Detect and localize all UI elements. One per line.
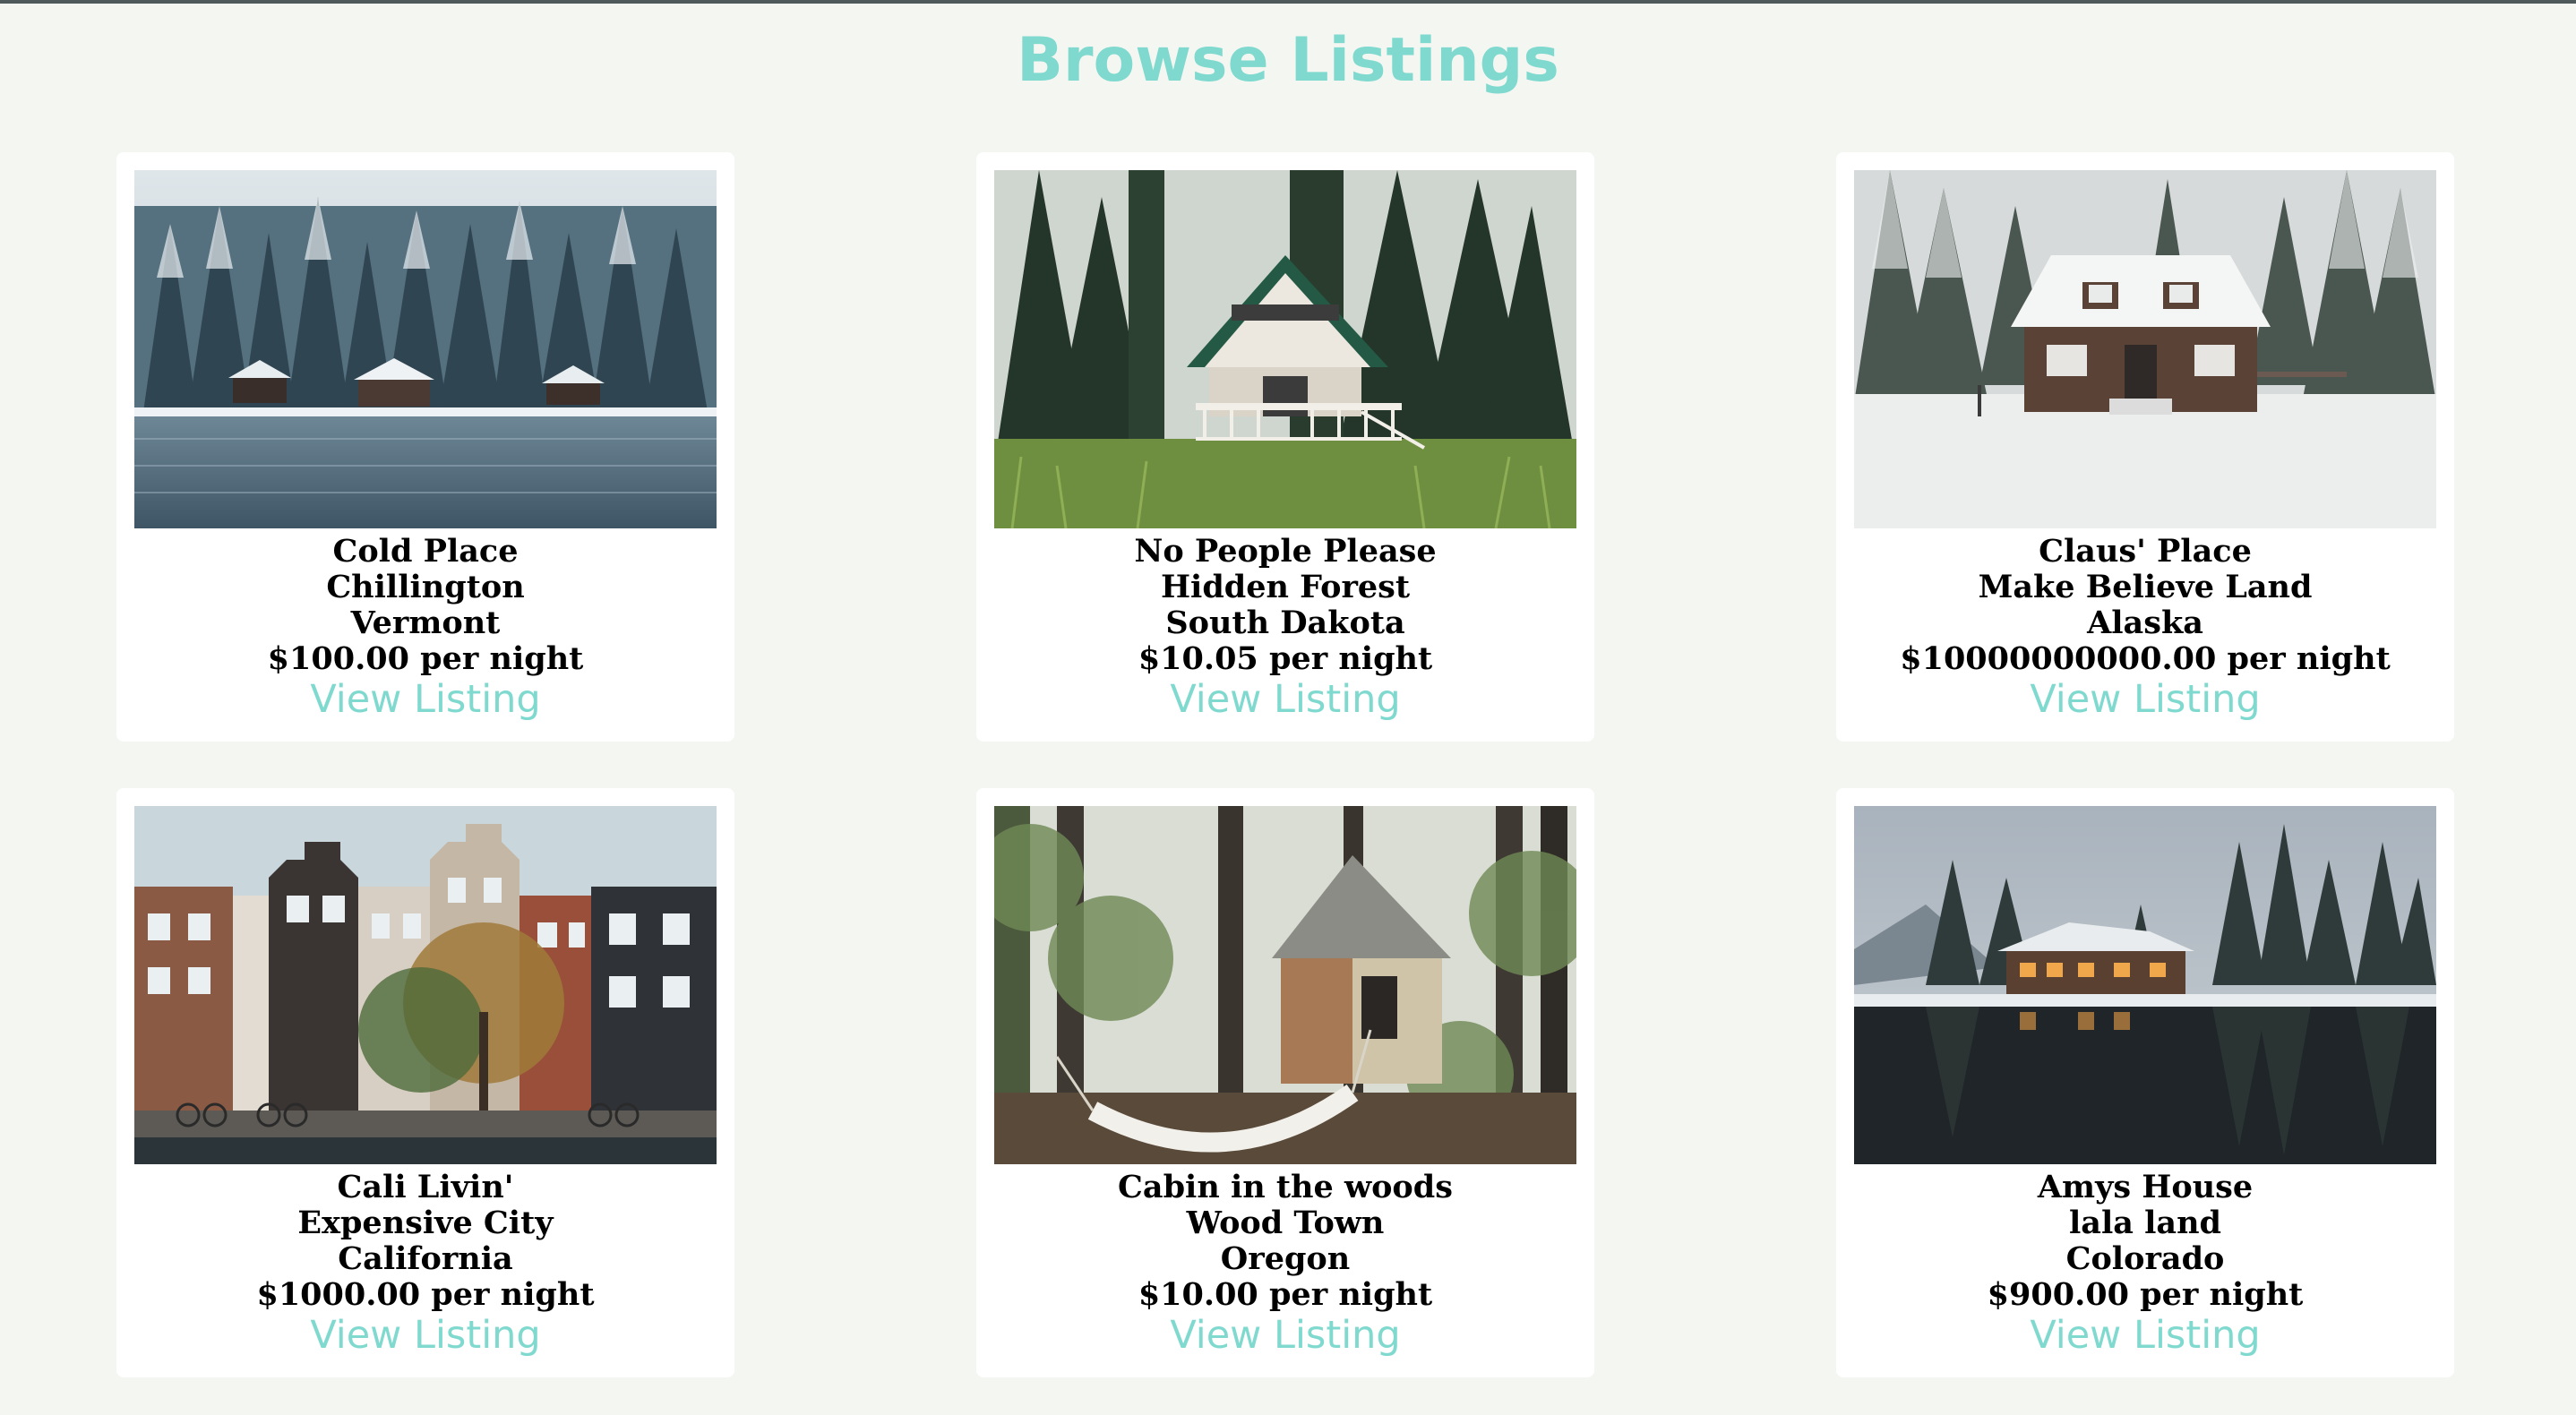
- listing-state: Vermont: [350, 605, 501, 641]
- forest-a-frame-cabin-photo: [994, 170, 1576, 528]
- listing-card: Cali Livin' Expensive City California $1…: [116, 788, 734, 1377]
- listing-state: California: [338, 1240, 513, 1277]
- listing-info: No People Please Hidden Forest South Dak…: [994, 533, 1576, 723]
- listing-city: Hidden Forest: [1160, 569, 1411, 605]
- listing-card: No People Please Hidden Forest South Dak…: [976, 152, 1594, 742]
- listing-city: Wood Town: [1186, 1205, 1385, 1241]
- listing-card: Amys House lala land Colorado $900.00 pe…: [1836, 788, 2454, 1377]
- view-listing-link[interactable]: View Listing: [310, 677, 540, 722]
- listing-state: Colorado: [2065, 1240, 2225, 1277]
- listing-name: No People Please: [1134, 533, 1437, 570]
- view-listing-link[interactable]: View Listing: [310, 1313, 540, 1358]
- listing-price: $10.05 per night: [1138, 640, 1433, 677]
- listing-card: Cold Place Chillington Vermont $100.00 p…: [116, 152, 734, 742]
- page-title: Browse Listings: [1017, 25, 1559, 96]
- listing-city: Make Believe Land: [1978, 569, 2313, 605]
- snowy-house-photo: [1854, 170, 2436, 528]
- listing-price: $10000000000.00 per night: [1900, 640, 2391, 677]
- view-listing-link[interactable]: View Listing: [1170, 677, 1400, 722]
- listing-name: Cold Place: [332, 533, 519, 570]
- view-listing-link[interactable]: View Listing: [1170, 1313, 1400, 1358]
- listing-card: Cabin in the woods Wood Town Oregon $10.…: [976, 788, 1594, 1377]
- listing-info: Claus' Place Make Believe Land Alaska $1…: [1854, 533, 2436, 723]
- listing-price: $10.00 per night: [1138, 1276, 1433, 1313]
- listing-price: $900.00 per night: [1987, 1276, 2304, 1313]
- listing-state: Alaska: [2087, 605, 2203, 641]
- listing-info: Cabin in the woods Wood Town Oregon $10.…: [994, 1169, 1576, 1359]
- listing-info: Cold Place Chillington Vermont $100.00 p…: [134, 533, 717, 723]
- listing-state: South Dakota: [1165, 605, 1405, 641]
- listing-name: Claus' Place: [2039, 533, 2252, 570]
- view-listing-link[interactable]: View Listing: [2030, 677, 2260, 722]
- listing-state: Oregon: [1220, 1240, 1351, 1277]
- listing-name: Amys House: [2037, 1169, 2254, 1205]
- listing-price: $100.00 per night: [267, 640, 584, 677]
- lake-lodge-photo: [1854, 806, 2436, 1164]
- snowy-lake-cabins-photo: [134, 170, 717, 528]
- listing-info: Cali Livin' Expensive City California $1…: [134, 1169, 717, 1359]
- listing-card: Claus' Place Make Believe Land Alaska $1…: [1836, 152, 2454, 742]
- woods-cabin-hammock-photo: [994, 806, 1576, 1164]
- listing-price: $1000.00 per night: [256, 1276, 595, 1313]
- listing-city: Expensive City: [297, 1205, 554, 1241]
- listings-grid: Cold Place Chillington Vermont $100.00 p…: [116, 152, 2454, 1377]
- canal-townhouses-photo: [134, 806, 717, 1164]
- listing-info: Amys House lala land Colorado $900.00 pe…: [1854, 1169, 2436, 1359]
- listing-name: Cali Livin': [337, 1169, 514, 1205]
- listing-city: Chillington: [326, 569, 525, 605]
- listing-name: Cabin in the woods: [1118, 1169, 1453, 1205]
- listing-city: lala land: [2068, 1205, 2222, 1241]
- view-listing-link[interactable]: View Listing: [2030, 1313, 2260, 1358]
